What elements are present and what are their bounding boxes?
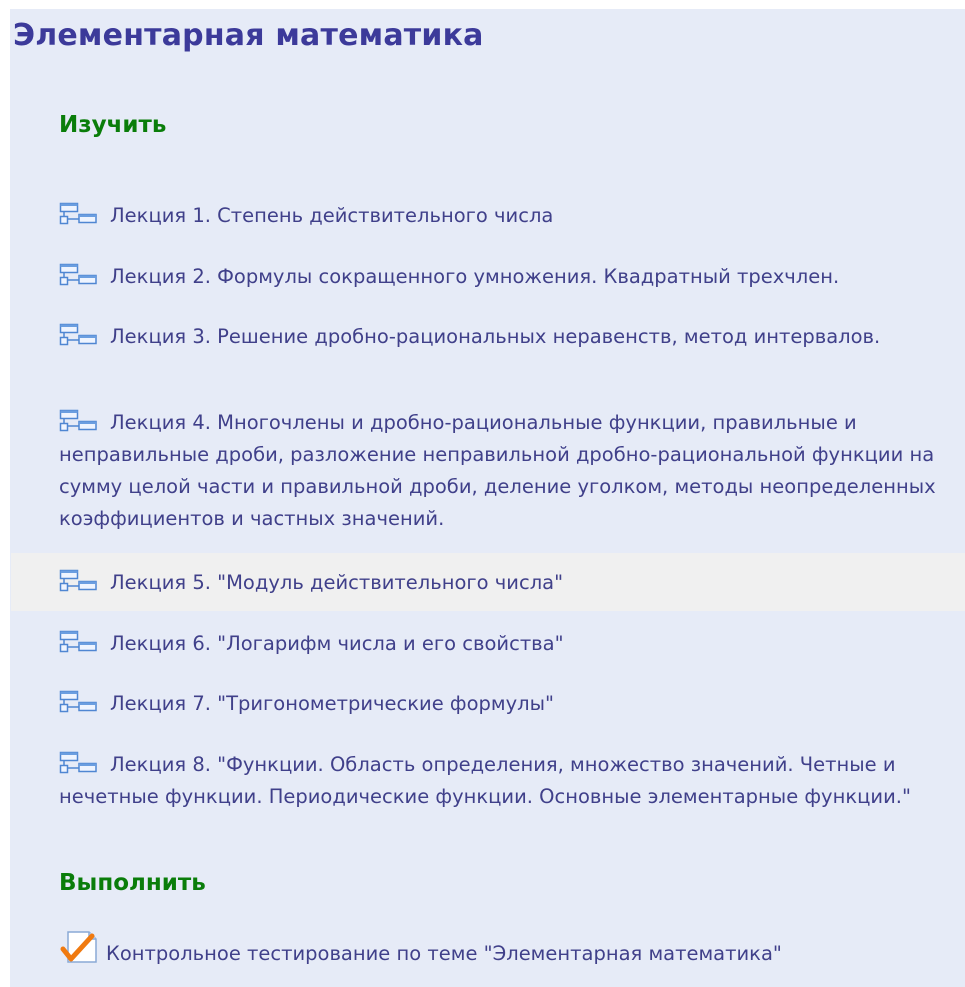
page-title: Элементарная математика [13, 18, 484, 53]
lecture-link-7[interactable]: Лекция 7. "Тригонометрические формулы" [59, 688, 949, 720]
quiz-checkmark-icon [59, 930, 103, 964]
lecture-link-1[interactable]: Лекция 1. Степень действительного числа [59, 200, 949, 232]
lecture-link-label: Лекция 4. Многочлены и дробно-рациональн… [59, 411, 936, 530]
lecture-link-label: Лекция 7. "Тригонометрические формулы" [110, 692, 554, 715]
quiz-link[interactable]: Контрольное тестирование по теме "Элемен… [59, 930, 949, 970]
lecture-link-label: Лекция 2. Формулы сокращенного умножения… [110, 265, 840, 288]
lecture-icon [59, 409, 107, 433]
lecture-link-label: Лекция 1. Степень действительного числа [110, 204, 554, 227]
lecture-icon [59, 323, 107, 347]
lecture-icon [59, 751, 107, 775]
lecture-link-3[interactable]: Лекция 3. Решение дробно-рациональных не… [59, 321, 949, 353]
section-heading-study: Изучить [59, 112, 167, 138]
lecture-link-label: Лекция 3. Решение дробно-рациональных не… [110, 325, 881, 348]
quiz-link-label: Контрольное тестирование по теме "Элемен… [106, 942, 782, 965]
lecture-link-6[interactable]: Лекция 6. "Логарифм числа и его свойства… [59, 628, 949, 660]
lecture-icon [59, 690, 107, 714]
lecture-link-2[interactable]: Лекция 2. Формулы сокращенного умножения… [59, 261, 949, 293]
lecture-link-5[interactable]: Лекция 5. "Модуль действительного числа" [59, 567, 949, 599]
lecture-link-8[interactable]: Лекция 8. "Функции. Область определения,… [59, 749, 949, 813]
lecture-link-label: Лекция 8. "Функции. Область определения,… [59, 753, 911, 808]
lecture-icon [59, 630, 107, 654]
section-heading-perform: Выполнить [59, 870, 206, 896]
lecture-icon [59, 202, 107, 226]
lecture-icon [59, 263, 107, 287]
lecture-link-label: Лекция 6. "Логарифм числа и его свойства… [110, 632, 564, 655]
lecture-icon [59, 569, 107, 593]
lecture-link-label: Лекция 5. "Модуль действительного числа" [110, 571, 564, 594]
lecture-link-4[interactable]: Лекция 4. Многочлены и дробно-рациональн… [59, 407, 949, 535]
